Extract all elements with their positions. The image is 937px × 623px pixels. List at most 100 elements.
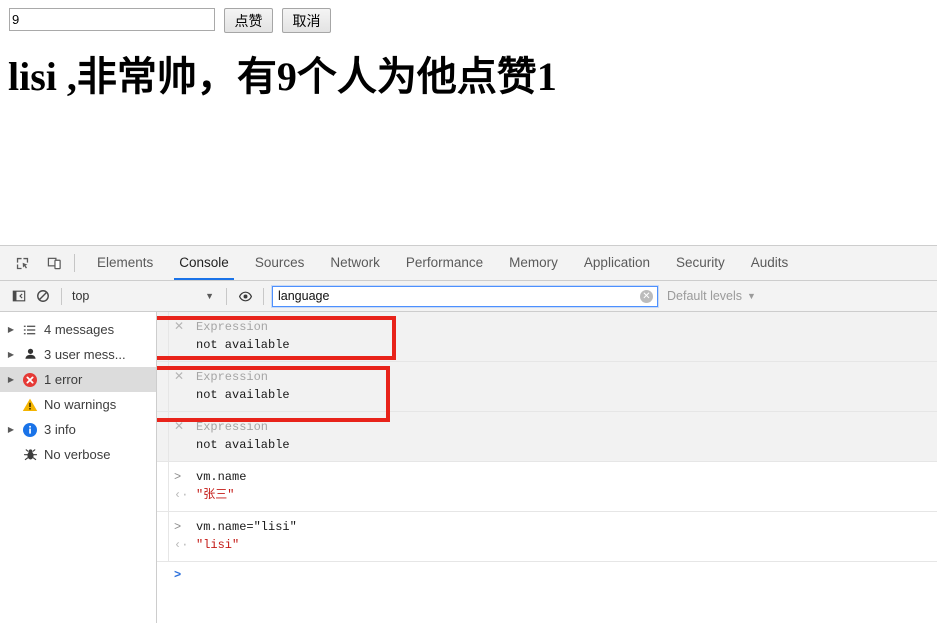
message-body-line: not available bbox=[157, 436, 937, 454]
console-message-list[interactable]: ✕ Expression not available ✕ Expression … bbox=[157, 312, 937, 623]
sidebar-item-label: No verbose bbox=[42, 447, 110, 462]
clear-console-icon[interactable] bbox=[31, 284, 55, 308]
console-sidebar: ▶ 4 messages ▶ bbox=[0, 312, 157, 623]
prompt-caret-icon: > bbox=[171, 566, 196, 584]
like-button[interactable]: 点赞 bbox=[224, 8, 273, 33]
expand-triangle-icon[interactable]: ▶ bbox=[4, 326, 18, 334]
message-title: Expression bbox=[196, 318, 268, 336]
console-body: ▶ 4 messages ▶ bbox=[0, 312, 937, 623]
message-title: Expression bbox=[196, 418, 268, 436]
expand-triangle-icon[interactable]: ▶ bbox=[4, 351, 18, 359]
input-arrow-icon: > bbox=[171, 468, 196, 486]
message-title-line: ✕ Expression bbox=[157, 418, 937, 436]
inspect-element-icon[interactable] bbox=[9, 250, 35, 276]
cancel-button[interactable]: 取消 bbox=[282, 8, 331, 33]
close-icon: ✕ bbox=[171, 318, 196, 336]
command-input-prefix: vm.name= bbox=[196, 520, 254, 534]
sidebar-item-warnings[interactable]: ▶ No warnings bbox=[0, 392, 156, 417]
filterbar-divider-1 bbox=[61, 288, 62, 305]
message-body-line: not available bbox=[157, 386, 937, 404]
verbose-bug-icon bbox=[18, 447, 42, 462]
device-toolbar-icon[interactable] bbox=[41, 250, 67, 276]
list-icon bbox=[18, 323, 42, 337]
sidebar-toggle-icon[interactable] bbox=[7, 284, 31, 308]
web-page-content: 点赞 取消 lisi ,非常帅，有9个人为他点赞1 bbox=[0, 0, 937, 245]
sidebar-item-label: 1 error bbox=[42, 372, 82, 387]
console-filter-box[interactable]: ✕ bbox=[272, 286, 658, 307]
like-form: 点赞 取消 bbox=[9, 8, 331, 33]
chevron-down-icon: ▼ bbox=[747, 291, 756, 301]
clear-filter-icon[interactable]: ✕ bbox=[640, 290, 653, 303]
output-arrow-icon: ‹· bbox=[171, 486, 196, 504]
message-body: not available bbox=[196, 386, 290, 404]
command-input-string: "lisi" bbox=[254, 520, 297, 534]
sidebar-item-label: No warnings bbox=[42, 397, 116, 412]
command-input-text: vm.name bbox=[196, 468, 246, 486]
command-input-text: vm.name="lisi" bbox=[196, 518, 297, 536]
close-icon: ✕ bbox=[171, 368, 196, 386]
message-gutter bbox=[157, 512, 169, 561]
message-title-line: ✕ Expression bbox=[157, 368, 937, 386]
close-icon: ✕ bbox=[171, 418, 196, 436]
message-gutter bbox=[157, 412, 169, 461]
command-output-text: "张三" bbox=[196, 486, 234, 504]
message-title: Expression bbox=[196, 368, 268, 386]
tab-memory[interactable]: Memory bbox=[496, 246, 571, 280]
console-filter-toolbar: top ▼ ✕ Default levels ▼ bbox=[0, 281, 937, 312]
sidebar-item-verbose[interactable]: ▶ No verbose bbox=[0, 442, 156, 467]
execution-context-value: top bbox=[72, 289, 89, 303]
filterbar-divider-3 bbox=[263, 288, 264, 305]
message-body: not available bbox=[196, 436, 290, 454]
tab-audits[interactable]: Audits bbox=[738, 246, 802, 280]
input-arrow-icon: > bbox=[171, 518, 196, 536]
eye-icon[interactable] bbox=[233, 284, 257, 308]
sidebar-item-user-messages[interactable]: ▶ 3 user mess... bbox=[0, 342, 156, 367]
message-body: not available bbox=[196, 336, 290, 354]
tab-console[interactable]: Console bbox=[166, 246, 242, 280]
output-arrow-icon: ‹· bbox=[171, 536, 196, 554]
message-gutter bbox=[157, 312, 169, 361]
chevron-down-icon: ▼ bbox=[205, 291, 214, 301]
tab-sources[interactable]: Sources bbox=[242, 246, 318, 280]
filterbar-divider-2 bbox=[226, 288, 227, 305]
tab-performance[interactable]: Performance bbox=[393, 246, 496, 280]
expand-triangle-icon[interactable]: ▶ bbox=[4, 376, 18, 384]
console-message-unavailable[interactable]: ✕ Expression not available bbox=[157, 312, 937, 362]
message-body-line: not available bbox=[157, 336, 937, 354]
warning-icon bbox=[18, 397, 42, 413]
command-input-line: > vm.name="lisi" bbox=[157, 518, 937, 536]
command-output-line: ‹· "lisi" bbox=[157, 536, 937, 554]
tab-elements[interactable]: Elements bbox=[84, 246, 166, 280]
user-icon bbox=[18, 347, 42, 362]
message-gutter bbox=[157, 362, 169, 411]
sidebar-item-messages[interactable]: ▶ 4 messages bbox=[0, 317, 156, 342]
devtools-panel: Elements Console Sources Network Perform… bbox=[0, 245, 937, 622]
console-filter-input[interactable] bbox=[273, 287, 640, 306]
log-levels-label: Default levels bbox=[667, 289, 742, 303]
console-message-unavailable[interactable]: ✕ Expression not available bbox=[157, 412, 937, 462]
tab-application[interactable]: Application bbox=[571, 246, 663, 280]
sidebar-item-info[interactable]: ▶ 3 info bbox=[0, 417, 156, 442]
info-icon bbox=[18, 422, 42, 438]
message-gutter bbox=[157, 462, 169, 511]
tab-security[interactable]: Security bbox=[663, 246, 738, 280]
devtools-tabbar: Elements Console Sources Network Perform… bbox=[0, 246, 937, 281]
expand-triangle-icon[interactable]: ▶ bbox=[4, 426, 18, 434]
command-output-text: "lisi" bbox=[196, 536, 239, 554]
sidebar-item-label: 4 messages bbox=[42, 322, 114, 337]
console-prompt[interactable]: > bbox=[157, 562, 937, 588]
like-count-input[interactable] bbox=[9, 8, 215, 31]
console-command-entry[interactable]: > vm.name ‹· "张三" bbox=[157, 462, 937, 512]
console-message-unavailable[interactable]: ✕ Expression not available bbox=[157, 362, 937, 412]
message-title-line: ✕ Expression bbox=[157, 318, 937, 336]
page-heading: lisi ,非常帅，有9个人为他点赞1 bbox=[8, 54, 557, 100]
log-levels-select[interactable]: Default levels ▼ bbox=[667, 289, 756, 303]
console-command-entry[interactable]: > vm.name="lisi" ‹· "lisi" bbox=[157, 512, 937, 562]
sidebar-item-label: 3 info bbox=[42, 422, 76, 437]
execution-context-select[interactable]: top ▼ bbox=[68, 285, 220, 307]
error-icon bbox=[18, 372, 42, 388]
tab-network[interactable]: Network bbox=[317, 246, 393, 280]
sidebar-item-errors[interactable]: ▶ 1 error bbox=[0, 367, 156, 392]
toolbar-divider bbox=[74, 254, 75, 272]
sidebar-item-label: 3 user mess... bbox=[42, 347, 126, 362]
